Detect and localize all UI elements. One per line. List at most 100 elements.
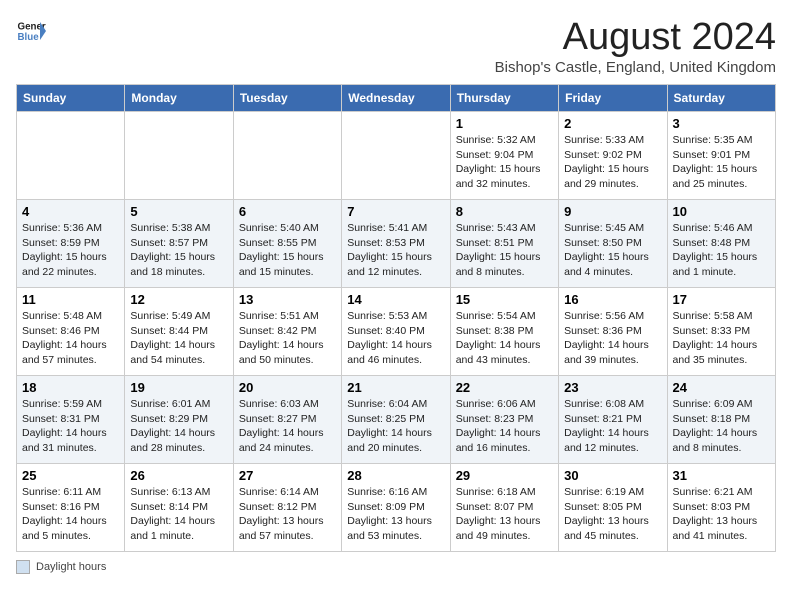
col-header-tuesday: Tuesday bbox=[233, 85, 341, 112]
day-info: Sunrise: 6:16 AM Sunset: 8:09 PM Dayligh… bbox=[347, 485, 444, 544]
day-cell: 28 Sunrise: 6:16 AM Sunset: 8:09 PM Dayli… bbox=[342, 464, 450, 552]
day-number: 23 bbox=[564, 380, 661, 395]
day-cell: 17 Sunrise: 5:58 AM Sunset: 8:33 PM Dayli… bbox=[667, 288, 775, 376]
day-cell: 10 Sunrise: 5:46 AM Sunset: 8:48 PM Dayli… bbox=[667, 200, 775, 288]
day-info: Sunrise: 6:09 AM Sunset: 8:18 PM Dayligh… bbox=[673, 397, 770, 456]
day-number: 9 bbox=[564, 204, 661, 219]
day-number: 10 bbox=[673, 204, 770, 219]
day-number: 8 bbox=[456, 204, 553, 219]
day-cell: 26 Sunrise: 6:13 AM Sunset: 8:14 PM Dayli… bbox=[125, 464, 233, 552]
day-number: 21 bbox=[347, 380, 444, 395]
day-number: 19 bbox=[130, 380, 227, 395]
day-cell: 1 Sunrise: 5:32 AM Sunset: 9:04 PM Daylig… bbox=[450, 112, 558, 200]
day-cell bbox=[342, 112, 450, 200]
day-number: 4 bbox=[22, 204, 119, 219]
week-row-3: 11Sunrise: 5:48 AM Sunset: 8:46 PM Dayli… bbox=[17, 288, 776, 376]
day-info: Sunrise: 5:43 AM Sunset: 8:51 PM Dayligh… bbox=[456, 221, 553, 280]
day-cell: 8 Sunrise: 5:43 AM Sunset: 8:51 PM Daylig… bbox=[450, 200, 558, 288]
day-info: Sunrise: 5:53 AM Sunset: 8:40 PM Dayligh… bbox=[347, 309, 444, 368]
day-info: Sunrise: 5:45 AM Sunset: 8:50 PM Dayligh… bbox=[564, 221, 661, 280]
day-cell: 30Sunrise: 6:19 AM Sunset: 8:05 PM Dayli… bbox=[559, 464, 667, 552]
day-number: 29 bbox=[456, 468, 553, 483]
col-header-wednesday: Wednesday bbox=[342, 85, 450, 112]
day-number: 13 bbox=[239, 292, 336, 307]
day-cell: 25 Sunrise: 6:11 AM Sunset: 8:16 PM Dayli… bbox=[17, 464, 125, 552]
day-number: 22 bbox=[456, 380, 553, 395]
day-info: Sunrise: 6:01 AM Sunset: 8:29 PM Dayligh… bbox=[130, 397, 227, 456]
day-number: 18 bbox=[22, 380, 119, 395]
week-row-1: 1 Sunrise: 5:32 AM Sunset: 9:04 PM Daylig… bbox=[17, 112, 776, 200]
day-info: Sunrise: 6:21 AM Sunset: 8:03 PM Dayligh… bbox=[673, 485, 770, 544]
week-row-2: 4 Sunrise: 5:36 AM Sunset: 8:59 PM Daylig… bbox=[17, 200, 776, 288]
day-cell: 19 Sunrise: 6:01 AM Sunset: 8:29 PM Dayli… bbox=[125, 376, 233, 464]
legend-text: Daylight hours bbox=[36, 561, 106, 573]
day-info: Sunrise: 6:18 AM Sunset: 8:07 PM Dayligh… bbox=[456, 485, 553, 544]
day-number: 2 bbox=[564, 116, 661, 131]
day-info: Sunrise: 5:35 AM Sunset: 9:01 PM Dayligh… bbox=[673, 133, 770, 192]
day-info: Sunrise: 5:40 AM Sunset: 8:55 PM Dayligh… bbox=[239, 221, 336, 280]
page-header: General Blue August 2024 Bishop's Castle… bbox=[16, 16, 776, 76]
col-header-saturday: Saturday bbox=[667, 85, 775, 112]
logo-icon: General Blue bbox=[16, 16, 46, 46]
legend: Daylight hours bbox=[16, 560, 776, 574]
location-title: Bishop's Castle, England, United Kingdom bbox=[495, 59, 776, 76]
day-cell bbox=[125, 112, 233, 200]
col-header-sunday: Sunday bbox=[17, 85, 125, 112]
day-info: Sunrise: 5:48 AM Sunset: 8:46 PM Dayligh… bbox=[22, 309, 119, 368]
day-cell: 23 Sunrise: 6:08 AM Sunset: 8:21 PM Dayli… bbox=[559, 376, 667, 464]
day-cell: 21Sunrise: 6:04 AM Sunset: 8:25 PM Dayli… bbox=[342, 376, 450, 464]
day-number: 15 bbox=[456, 292, 553, 307]
day-info: Sunrise: 5:36 AM Sunset: 8:59 PM Dayligh… bbox=[22, 221, 119, 280]
svg-text:Blue: Blue bbox=[18, 32, 40, 43]
day-number: 31 bbox=[673, 468, 770, 483]
col-header-thursday: Thursday bbox=[450, 85, 558, 112]
day-number: 27 bbox=[239, 468, 336, 483]
day-info: Sunrise: 5:59 AM Sunset: 8:31 PM Dayligh… bbox=[22, 397, 119, 456]
day-cell: 27 Sunrise: 6:14 AM Sunset: 8:12 PM Dayli… bbox=[233, 464, 341, 552]
day-cell: 9 Sunrise: 5:45 AM Sunset: 8:50 PM Daylig… bbox=[559, 200, 667, 288]
day-number: 12 bbox=[130, 292, 227, 307]
day-cell: 18 Sunrise: 5:59 AM Sunset: 8:31 PM Dayli… bbox=[17, 376, 125, 464]
day-info: Sunrise: 5:58 AM Sunset: 8:33 PM Dayligh… bbox=[673, 309, 770, 368]
day-number: 6 bbox=[239, 204, 336, 219]
day-info: Sunrise: 6:06 AM Sunset: 8:23 PM Dayligh… bbox=[456, 397, 553, 456]
day-info: Sunrise: 5:46 AM Sunset: 8:48 PM Dayligh… bbox=[673, 221, 770, 280]
week-row-4: 18 Sunrise: 5:59 AM Sunset: 8:31 PM Dayli… bbox=[17, 376, 776, 464]
logo: General Blue bbox=[16, 16, 46, 46]
day-info: Sunrise: 6:08 AM Sunset: 8:21 PM Dayligh… bbox=[564, 397, 661, 456]
day-cell: 20 Sunrise: 6:03 AM Sunset: 8:27 PM Dayli… bbox=[233, 376, 341, 464]
day-info: Sunrise: 6:14 AM Sunset: 8:12 PM Dayligh… bbox=[239, 485, 336, 544]
day-info: Sunrise: 6:11 AM Sunset: 8:16 PM Dayligh… bbox=[22, 485, 119, 544]
day-number: 5 bbox=[130, 204, 227, 219]
week-row-5: 25 Sunrise: 6:11 AM Sunset: 8:16 PM Dayli… bbox=[17, 464, 776, 552]
day-cell: 15 Sunrise: 5:54 AM Sunset: 8:38 PM Dayli… bbox=[450, 288, 558, 376]
day-info: Sunrise: 5:32 AM Sunset: 9:04 PM Dayligh… bbox=[456, 133, 553, 192]
day-number: 30 bbox=[564, 468, 661, 483]
day-number: 7 bbox=[347, 204, 444, 219]
title-area: August 2024 Bishop's Castle, England, Un… bbox=[495, 16, 776, 76]
day-cell: 22 Sunrise: 6:06 AM Sunset: 8:23 PM Dayli… bbox=[450, 376, 558, 464]
day-info: Sunrise: 6:03 AM Sunset: 8:27 PM Dayligh… bbox=[239, 397, 336, 456]
day-cell: 6 Sunrise: 5:40 AM Sunset: 8:55 PM Daylig… bbox=[233, 200, 341, 288]
day-number: 17 bbox=[673, 292, 770, 307]
day-number: 20 bbox=[239, 380, 336, 395]
day-number: 28 bbox=[347, 468, 444, 483]
day-info: Sunrise: 6:13 AM Sunset: 8:14 PM Dayligh… bbox=[130, 485, 227, 544]
header-row: SundayMondayTuesdayWednesdayThursdayFrid… bbox=[17, 85, 776, 112]
month-title: August 2024 bbox=[495, 16, 776, 59]
day-info: Sunrise: 5:54 AM Sunset: 8:38 PM Dayligh… bbox=[456, 309, 553, 368]
day-number: 1 bbox=[456, 116, 553, 131]
day-cell: 31 Sunrise: 6:21 AM Sunset: 8:03 PM Dayli… bbox=[667, 464, 775, 552]
day-number: 16 bbox=[564, 292, 661, 307]
day-cell: 24Sunrise: 6:09 AM Sunset: 8:18 PM Dayli… bbox=[667, 376, 775, 464]
day-number: 25 bbox=[22, 468, 119, 483]
day-info: Sunrise: 5:41 AM Sunset: 8:53 PM Dayligh… bbox=[347, 221, 444, 280]
day-cell: 11Sunrise: 5:48 AM Sunset: 8:46 PM Dayli… bbox=[17, 288, 125, 376]
day-number: 26 bbox=[130, 468, 227, 483]
col-header-monday: Monday bbox=[125, 85, 233, 112]
day-info: Sunrise: 5:51 AM Sunset: 8:42 PM Dayligh… bbox=[239, 309, 336, 368]
day-cell: 12Sunrise: 5:49 AM Sunset: 8:44 PM Dayli… bbox=[125, 288, 233, 376]
col-header-friday: Friday bbox=[559, 85, 667, 112]
day-cell: 14Sunrise: 5:53 AM Sunset: 8:40 PM Dayli… bbox=[342, 288, 450, 376]
day-cell: 4 Sunrise: 5:36 AM Sunset: 8:59 PM Daylig… bbox=[17, 200, 125, 288]
